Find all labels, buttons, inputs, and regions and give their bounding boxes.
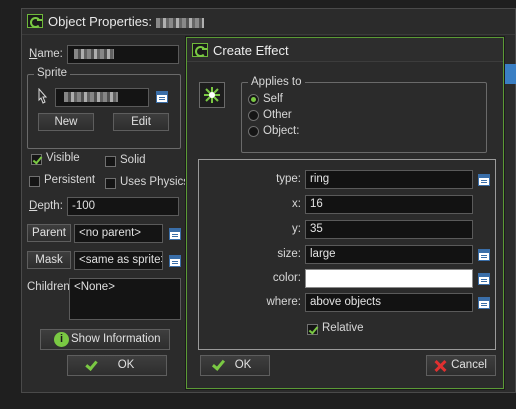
- info-icon: i: [54, 332, 69, 347]
- game-maker-logo-icon: [192, 43, 208, 57]
- applies-to-group: Applies to Self Other Object:: [241, 76, 487, 153]
- sprite-group: Sprite New Edit: [27, 67, 181, 149]
- sprite-group-title: Sprite: [34, 67, 71, 79]
- uses-physics-checkbox[interactable]: [105, 178, 116, 189]
- object-ok-label: OK: [117, 359, 135, 371]
- parent-field[interactable]: <no parent>: [74, 224, 163, 243]
- solid-checkbox[interactable]: [105, 156, 116, 167]
- relative-label: Relative: [322, 322, 364, 334]
- effect-ok-button[interactable]: OK: [200, 355, 270, 376]
- create-effect-dialog: Create Effect Applies to Self Other Obje…: [186, 37, 504, 389]
- color-swatch-field[interactable]: [305, 269, 473, 288]
- show-information-label: Show Information: [71, 333, 161, 345]
- type-menu-icon[interactable]: [478, 174, 490, 186]
- where-menu-icon[interactable]: [478, 297, 490, 309]
- type-field[interactable]: ring: [305, 170, 473, 189]
- edit-sprite-button[interactable]: Edit: [113, 113, 169, 131]
- children-label: Children:: [27, 281, 74, 293]
- object-ok-button[interactable]: OK: [67, 355, 167, 376]
- applies-to-other-label: Other: [263, 109, 292, 121]
- sprite-pointer-icon: [36, 87, 48, 104]
- sprite-menu-icon[interactable]: [156, 91, 168, 103]
- create-effect-titlebar[interactable]: Create Effect: [187, 38, 503, 62]
- applies-to-object-radio[interactable]: [248, 126, 259, 137]
- redacted-object-name: [156, 17, 205, 28]
- applies-to-object-label: Object:: [263, 125, 300, 137]
- mask-menu-icon[interactable]: [169, 255, 181, 267]
- parent-menu-icon[interactable]: [169, 228, 181, 240]
- color-menu-icon[interactable]: [478, 273, 490, 285]
- applies-to-self-radio[interactable]: [248, 94, 259, 105]
- solid-label: Solid: [120, 154, 146, 166]
- background-selection-fragment: [505, 64, 516, 84]
- effect-cancel-button[interactable]: Cancel: [426, 355, 496, 376]
- effect-sparkle-icon: [199, 82, 225, 108]
- where-field[interactable]: above objects: [305, 293, 473, 312]
- size-menu-icon[interactable]: [478, 249, 490, 261]
- new-sprite-button[interactable]: New: [38, 113, 94, 131]
- type-label: type:: [276, 173, 301, 185]
- color-label: color:: [272, 272, 301, 284]
- where-label: where:: [266, 296, 301, 308]
- mask-button[interactable]: Mask: [27, 251, 71, 269]
- mask-field[interactable]: <same as sprite>: [74, 251, 163, 270]
- parent-button[interactable]: Parent: [27, 224, 71, 242]
- size-field[interactable]: large: [305, 245, 473, 264]
- cancel-icon: [433, 359, 447, 373]
- ok-check-icon: [211, 357, 226, 371]
- window-title: Object Properties:: [48, 14, 205, 29]
- applies-to-self-label: Self: [263, 93, 283, 105]
- children-list[interactable]: <None>: [69, 278, 181, 320]
- visible-label: Visible: [46, 152, 80, 164]
- uses-physics-label: Uses Physics: [120, 176, 190, 188]
- visible-checkbox[interactable]: [31, 154, 42, 165]
- effect-parameters-panel: type: ring x: 16 y: 35 size: large color…: [198, 159, 496, 350]
- persistent-label: Persistent: [44, 174, 96, 186]
- sprite-field[interactable]: [55, 88, 149, 107]
- x-field[interactable]: 16: [305, 195, 473, 214]
- y-field[interactable]: 35: [305, 220, 473, 239]
- persistent-checkbox[interactable]: [29, 176, 40, 187]
- effect-ok-label: OK: [234, 359, 252, 371]
- effect-cancel-label: Cancel: [451, 359, 487, 371]
- y-label: y:: [292, 223, 301, 235]
- game-maker-logo-icon: [27, 14, 43, 28]
- show-information-button[interactable]: i Show Information: [40, 329, 170, 350]
- name-field[interactable]: [67, 45, 179, 64]
- applies-to-other-radio[interactable]: [248, 110, 259, 121]
- x-label: x:: [292, 198, 301, 210]
- dialog-title: Create Effect: [213, 43, 289, 58]
- object-properties-titlebar[interactable]: Object Properties:: [22, 9, 515, 35]
- size-label: size:: [277, 248, 301, 260]
- applies-to-title: Applies to: [248, 76, 305, 88]
- relative-checkbox[interactable]: [307, 324, 318, 335]
- depth-field[interactable]: -100: [67, 197, 179, 216]
- name-label: Name:: [29, 48, 63, 60]
- ok-check-icon: [85, 358, 98, 371]
- depth-label: Depth:: [29, 200, 63, 212]
